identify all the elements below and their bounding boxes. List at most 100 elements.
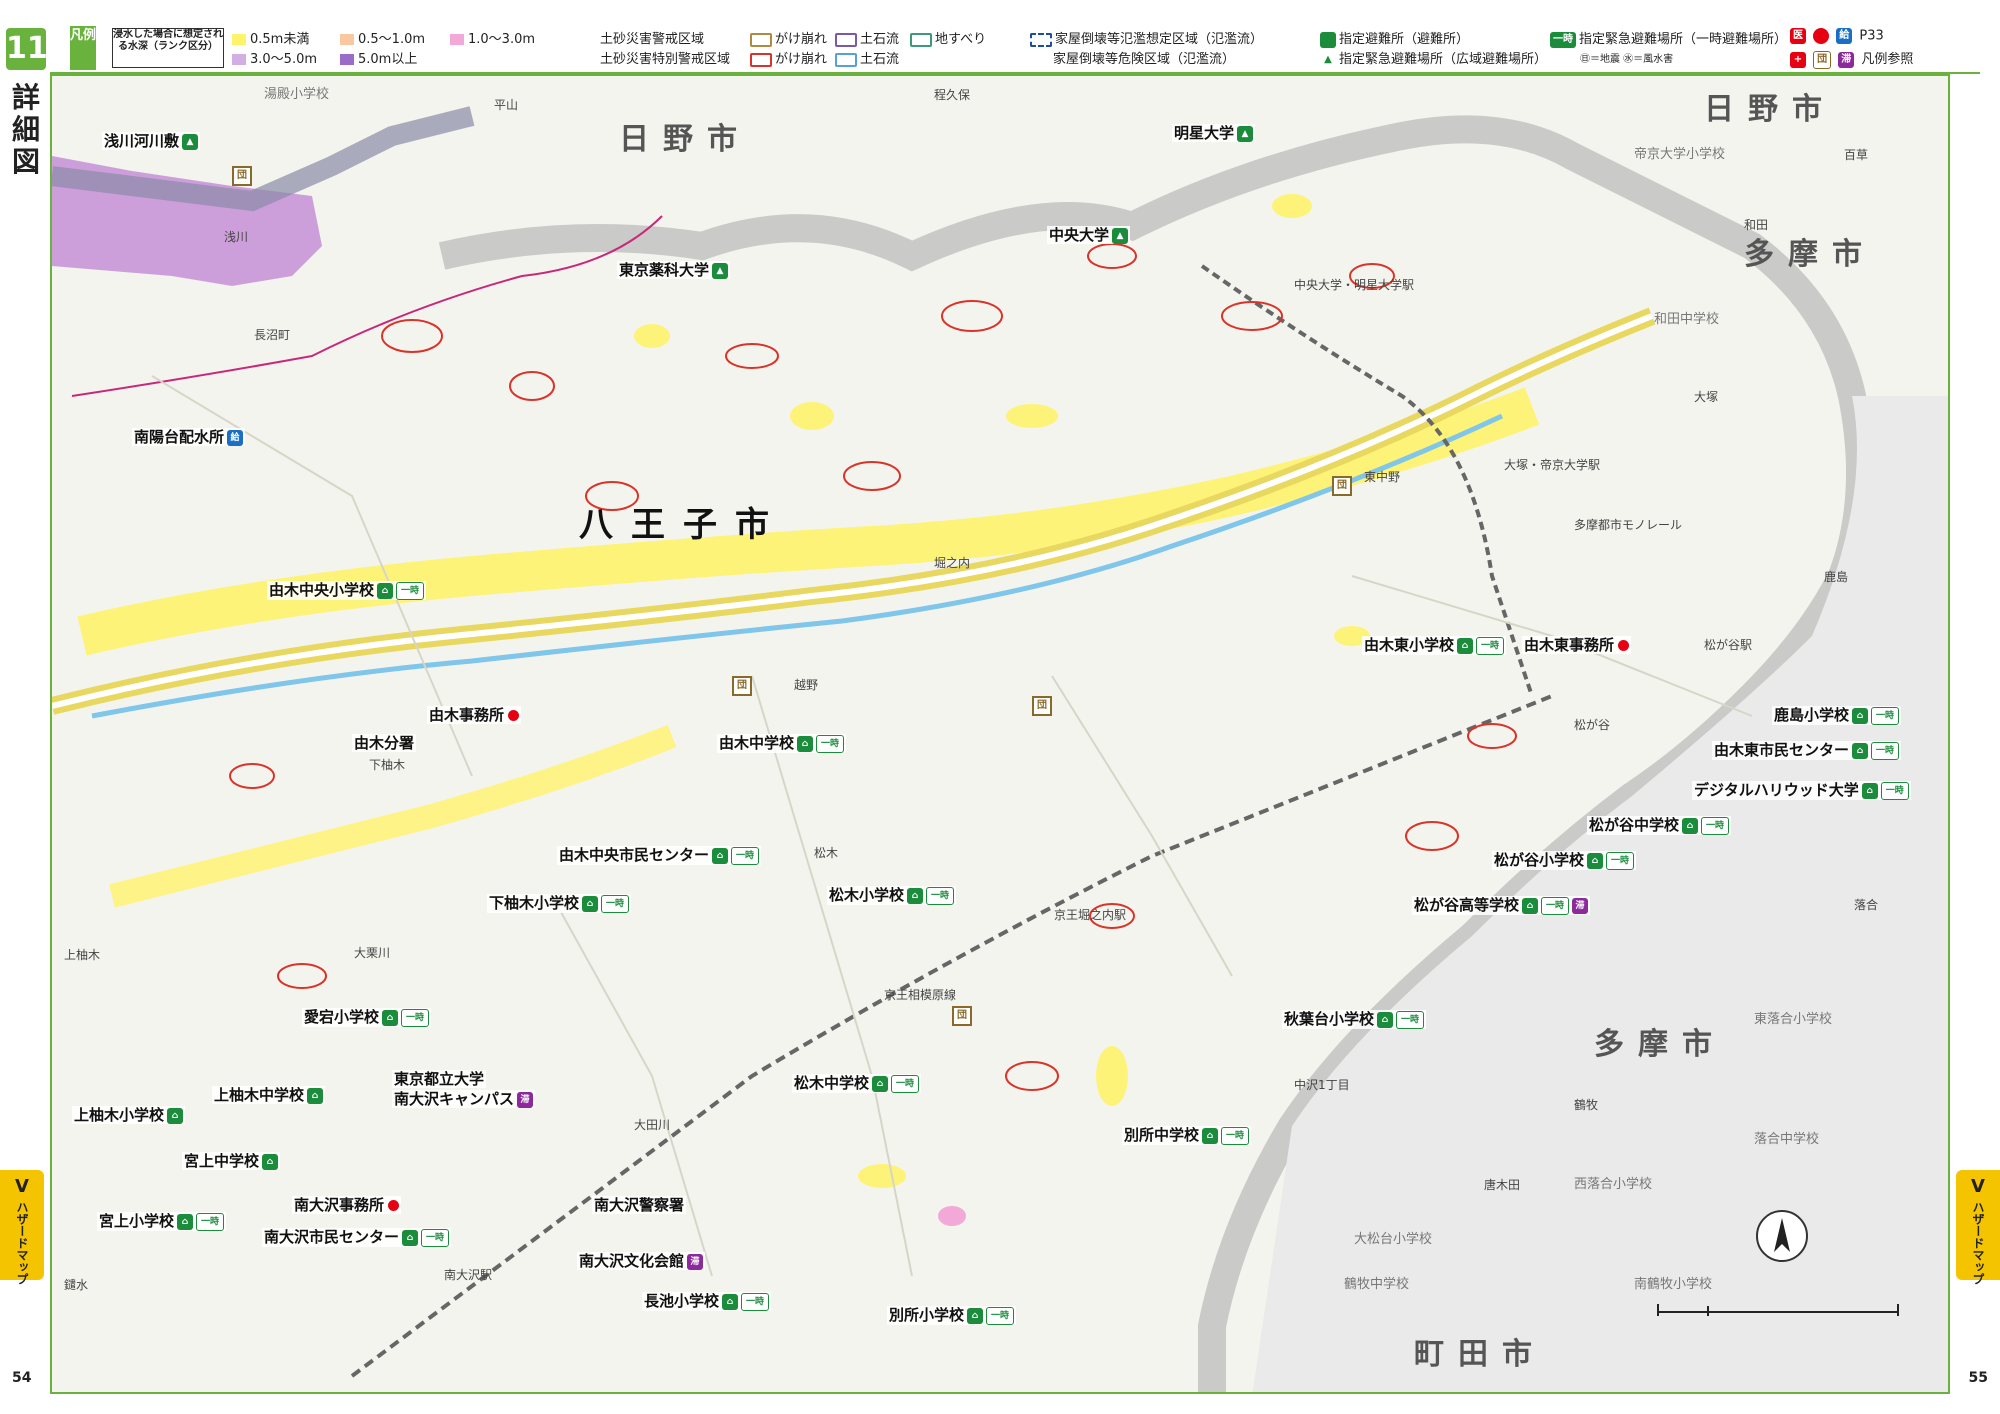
place-horinouchi: 堀之内 [934, 556, 971, 570]
facility-shimoyugi-elem[interactable]: 下柚木小学校 ⌂ 一時 [487, 894, 632, 913]
gake-warning: がけ崩れ [750, 28, 827, 47]
facility-nagaike-elem[interactable]: 長池小学校 ⌂ 一時 [642, 1292, 772, 1311]
temp-shelter-icon: 一時 [196, 1212, 225, 1231]
facility-label: 東落合小学校 [1754, 1012, 1833, 1027]
side-tab-letter-right: V [1971, 1176, 1985, 1197]
facility-label: 和田中学校 [1654, 312, 1720, 327]
hazard-map[interactable]: 日野市 日野市 八王子市 多摩市 多摩市 町田市 浅川河川敷 ▲ 南陽台配水所給 … [50, 74, 1950, 1394]
scale-bar [1648, 1294, 1908, 1364]
facility-teikyo-elem[interactable]: 帝京大学小学校 [1632, 146, 1727, 164]
shelter-icon: ⌂ [1377, 1011, 1394, 1028]
facility-digital-hollywood[interactable]: デジタルハリウッド大学 ⌂ 一時 [1692, 781, 1911, 800]
facility-minamiosawa-police[interactable]: 南大沢警察署 [592, 1196, 687, 1214]
facility-yugi-jhs[interactable]: 由木中学校 ⌂ 一時 [717, 734, 847, 753]
facility-kamiyugi-jhs[interactable]: 上柚木中学校 ⌂ [212, 1086, 326, 1104]
facility-minamiosawa-office[interactable]: 南大沢事務所 [292, 1196, 402, 1214]
shelter-icon: ⌂ [377, 582, 394, 599]
facility-omatsudai-elem[interactable]: 大松台小学校 [1352, 1231, 1434, 1249]
facility-yugi-fire[interactable]: 由木分署 [352, 734, 417, 752]
facility-yusu-elem[interactable]: 湯殿小学校 [262, 86, 331, 104]
see-legend: 凡例参照 [1861, 52, 1914, 67]
dosekiryu-line-icon [835, 32, 857, 47]
dan-icon: 団 [732, 676, 752, 696]
facility-matsugaya-elem[interactable]: 松が谷小学校 ⌂ 一時 [1492, 851, 1637, 870]
facility-yugi-chuo-elem[interactable]: 由木中央小学校 ⌂ 一時 [267, 581, 427, 600]
house-danger-area: 家屋倒壊等危険区域（氾濫流） [1053, 52, 1236, 67]
facility-miyagami-elem[interactable]: 宮上小学校 ⌂ 一時 [97, 1212, 227, 1231]
facility-tmu[interactable]: 東京都立大学 [392, 1070, 487, 1088]
facility-higashi-ochiai-elem[interactable]: 東落合小学校 [1752, 1011, 1834, 1029]
facility-tmu-campus[interactable]: 南大沢キャンパス滞 [392, 1090, 536, 1108]
facility-miyagami-jhs[interactable]: 宮上中学校 ⌂ [182, 1152, 281, 1170]
facility-label: デジタルハリウッド大学 [1694, 781, 1859, 799]
facility-kashima-elem[interactable]: 鹿島小学校 ⌂ 一時 [1772, 706, 1902, 725]
city-tama-top: 多摩市 [1744, 237, 1876, 272]
place-nakazawa: 中沢1丁目 [1294, 1078, 1350, 1092]
see-page: P33 [1859, 28, 1884, 44]
place-monorail: 多摩都市モノレール [1574, 518, 1683, 532]
shelter-icon: ⌂ [177, 1213, 194, 1230]
temp-shelter-icon: 一時 [926, 886, 955, 905]
facility-matsugi-jhs[interactable]: 松木中学校 ⌂ 一時 [792, 1074, 922, 1093]
facility-label: 松が谷中学校 [1589, 816, 1680, 834]
dan-icon: 団 [952, 1006, 972, 1026]
side-tab-left[interactable]: V ハザードマップ [0, 1170, 44, 1285]
facility-minamiyodai-haisuijo[interactable]: 南陽台配水所給 [132, 428, 246, 446]
dashed-box-icon [1030, 32, 1052, 47]
facility-matsugi-elem[interactable]: 松木小学校 ⌂ 一時 [827, 886, 957, 905]
facility-label: 上柚木小学校 [74, 1106, 165, 1124]
facility-kamiyugi-elem[interactable]: 上柚木小学校 ⌂ [72, 1106, 186, 1124]
stay-icon: 滞 [517, 1091, 534, 1108]
facility-yugi-chuo-center[interactable]: 由木中央市民センター ⌂ 一時 [557, 846, 762, 865]
facility-atago-elem[interactable]: 愛宕小学校 ⌂ 一時 [302, 1008, 432, 1027]
dosekiryu-special-icon [835, 52, 857, 67]
house-flood-area: 家屋倒壊等氾濫想定区域（氾濫流） [1030, 28, 1263, 47]
temp-shelter-icon: 一時 [1550, 31, 1576, 48]
side-tab-right[interactable]: V ハザードマップ [1956, 1170, 2000, 1285]
facility-bessho-elem[interactable]: 別所小学校 ⌂ 一時 [887, 1306, 1017, 1325]
temp-shelter-icon: 一時 [1701, 816, 1730, 835]
legend: 凡例 浸水した場合に想定される水深（ランク区分） 0.5m未満 0.5〜1.0m… [50, 22, 1980, 74]
dan-icon: 団 [232, 166, 252, 186]
flood-rank-3: 3.0〜5.0m [232, 48, 317, 67]
shelter-icon: ⌂ [712, 847, 729, 864]
facility-label: 由木東市民センター [1714, 741, 1850, 759]
facility-tokyo-yakka[interactable]: 東京薬科大学 ▲ [617, 261, 731, 279]
place-tsurumaki: 鶴牧 [1574, 1098, 1599, 1112]
facility-minami-tsurumaki-elem[interactable]: 南鶴牧小学校 [1632, 1276, 1714, 1294]
facility-nishi-ochiai-elem[interactable]: 西落合小学校 [1572, 1176, 1654, 1194]
gake-special: がけ崩れ [750, 48, 827, 67]
swatch-icon [450, 34, 464, 45]
facility-chuo-univ[interactable]: 中央大学 ▲ [1047, 226, 1131, 244]
facility-yugi-higashi-elem[interactable]: 由木東小学校 ⌂ 一時 [1362, 636, 1507, 655]
temp-shelter-icon: 一時 [1871, 706, 1900, 725]
facility-label: 由木中央小学校 [269, 581, 375, 599]
facility-ochiai-jhs[interactable]: 落合中学校 [1752, 1131, 1821, 1149]
place-minamiosawa-sta: 南大沢駅 [444, 1268, 493, 1282]
facility-akibadai-elem[interactable]: 秋葉台小学校 ⌂ 一時 [1282, 1010, 1427, 1029]
temp-shelter-label: 指定緊急避難場所（一時避難場所） [1579, 32, 1788, 47]
facility-bessho-jhs[interactable]: 別所中学校 ⌂ 一時 [1122, 1126, 1252, 1145]
place-matsugaya: 松が谷 [1574, 718, 1611, 732]
facility-matsugaya-hs[interactable]: 松が谷高等学校 ⌂ 一時滞 [1412, 896, 1591, 915]
place-kashima: 鹿島 [1824, 570, 1849, 584]
facility-yugi-higashi-office[interactable]: 由木東事務所 [1522, 636, 1632, 654]
facility-matsugaya-jhs[interactable]: 松が谷中学校 ⌂ 一時 [1587, 816, 1732, 835]
facility-yugi-office[interactable]: 由木事務所 [427, 706, 522, 724]
facility-yugi-higashi-center[interactable]: 由木東市民センター ⌂ 一時 [1712, 741, 1902, 760]
facility-asakawa-kasenjiki[interactable]: 浅川河川敷 ▲ [102, 132, 201, 150]
facility-tsurumaki-jhs[interactable]: 鶴牧中学校 [1342, 1276, 1411, 1294]
facility-meisei[interactable]: 明星大学 ▲ [1172, 124, 1256, 142]
facility-minamiosawa-center[interactable]: 南大沢市民センター ⌂ 一時 [262, 1228, 452, 1247]
wide-shelter-icon: ▲ [1237, 125, 1254, 142]
place-wada: 和田 [1744, 218, 1769, 232]
shelter-icon: ⌂ [872, 1075, 889, 1092]
facility-minamiosawa-bunka[interactable]: 南大沢文化会館滞 [577, 1252, 706, 1270]
facility-label: 南大沢事務所 [294, 1196, 385, 1214]
facility-wada-jhs[interactable]: 和田中学校 [1652, 311, 1721, 329]
facility-label: 由木中央市民センター [559, 846, 710, 864]
facility-label: 明星大学 [1174, 124, 1235, 142]
place-oohata-sta: 大塚・帝京大学駅 [1504, 458, 1601, 472]
temp-shelter-icon: 一時 [1221, 1126, 1250, 1145]
office-dot-icon [508, 710, 520, 721]
